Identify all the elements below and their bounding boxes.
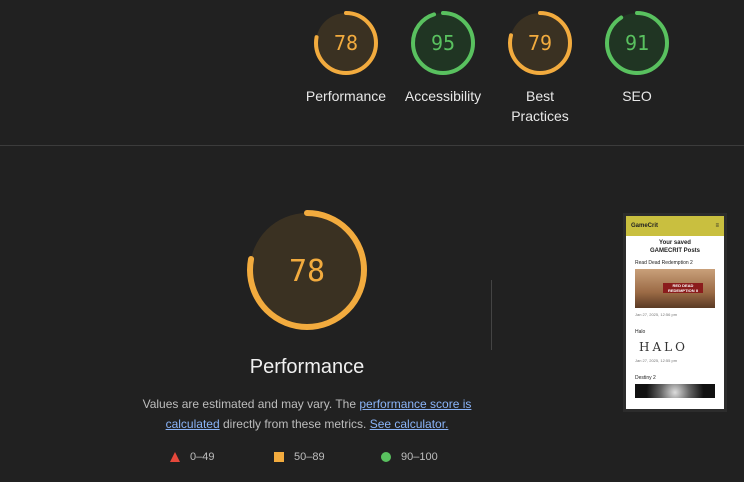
thumb-item-date: Jan 27, 2025, 12:56 pm [635, 312, 678, 317]
gauge-ring: 79 [508, 11, 572, 75]
legend-pass-label: 90–100 [401, 451, 438, 463]
triangle-icon [170, 452, 180, 462]
gauge-score: 95 [431, 31, 455, 55]
gauge-accessibility[interactable]: 95 Accessibility [393, 10, 493, 106]
performance-description: Values are estimated and may vary. The p… [140, 394, 474, 434]
thumb-item-title: Read Dead Redemption 2 [635, 260, 693, 266]
desc-middle: directly from these metrics. [219, 417, 370, 431]
thumb-image-text: HALO [639, 340, 688, 354]
thumb-item-title: Halo [635, 329, 646, 335]
gauge-label: Performance [305, 88, 387, 104]
legend-pass: 90–100 [381, 451, 438, 463]
performance-score: 78 [289, 254, 325, 289]
gauge-ring: 95 [411, 11, 475, 75]
legend-fail-label: 0–49 [190, 451, 215, 463]
gauge-ring: 91 [605, 11, 669, 75]
gauge-performance[interactable]: 78 Performance [296, 10, 396, 106]
score-legend: 0–49 50–89 90–100 [170, 451, 470, 467]
circle-icon [381, 452, 391, 462]
thumb-logo: GameCrit [631, 223, 659, 229]
legend-average-label: 50–89 [294, 451, 325, 463]
gauge-score: 78 [334, 31, 358, 55]
thumb-image-text: RED DEAD REDEMPTION II [663, 283, 703, 293]
thumb-item-image: RED DEAD REDEMPTION II [635, 269, 715, 308]
legend-average: 50–89 [274, 451, 325, 463]
gauge-label-text: Best Practices [511, 88, 569, 124]
thumb-header: GameCrit ≡ [626, 216, 724, 236]
gauge-label: Best Practices [510, 86, 570, 126]
legend-fail: 0–49 [170, 451, 214, 463]
square-icon [274, 452, 284, 462]
thumb-heading: Your saved GAMECRIT Posts [626, 239, 724, 255]
vertical-divider [491, 280, 492, 350]
page-screenshot-thumbnail[interactable]: GameCrit ≡ Your saved GAMECRIT Posts Rea… [623, 213, 727, 412]
gauge-ring: 78 [314, 11, 378, 75]
menu-icon: ≡ [715, 223, 719, 229]
thumb-heading-line2: GAMECRIT Posts [649, 248, 700, 254]
gauge-label: SEO [622, 88, 652, 104]
thumb-heading-line1: Your saved [659, 240, 691, 246]
gauge-seo[interactable]: 91 SEO [587, 10, 687, 106]
performance-title: Performance [249, 356, 365, 378]
gauge-score: 91 [625, 31, 649, 55]
performance-gauge: 78 [247, 210, 367, 330]
thumb-item-title: Destiny 2 [635, 375, 656, 381]
thumb-item-date: Jan 27, 2025, 12:55 pm [635, 358, 678, 363]
section-divider [0, 145, 744, 146]
thumb-item-image: HALO [635, 338, 715, 354]
gauge-best-practices[interactable]: 79 Best Practices [490, 10, 590, 126]
desc-prefix: Values are estimated and may vary. The [142, 397, 360, 411]
thumb-item-image [635, 384, 715, 398]
score-summary: 78 Performance 95 Accessibility 79 Best … [0, 10, 744, 140]
gauge-label: Accessibility [404, 88, 482, 104]
gauge-score: 79 [528, 31, 552, 55]
see-calculator-link[interactable]: See calculator. [370, 417, 449, 431]
